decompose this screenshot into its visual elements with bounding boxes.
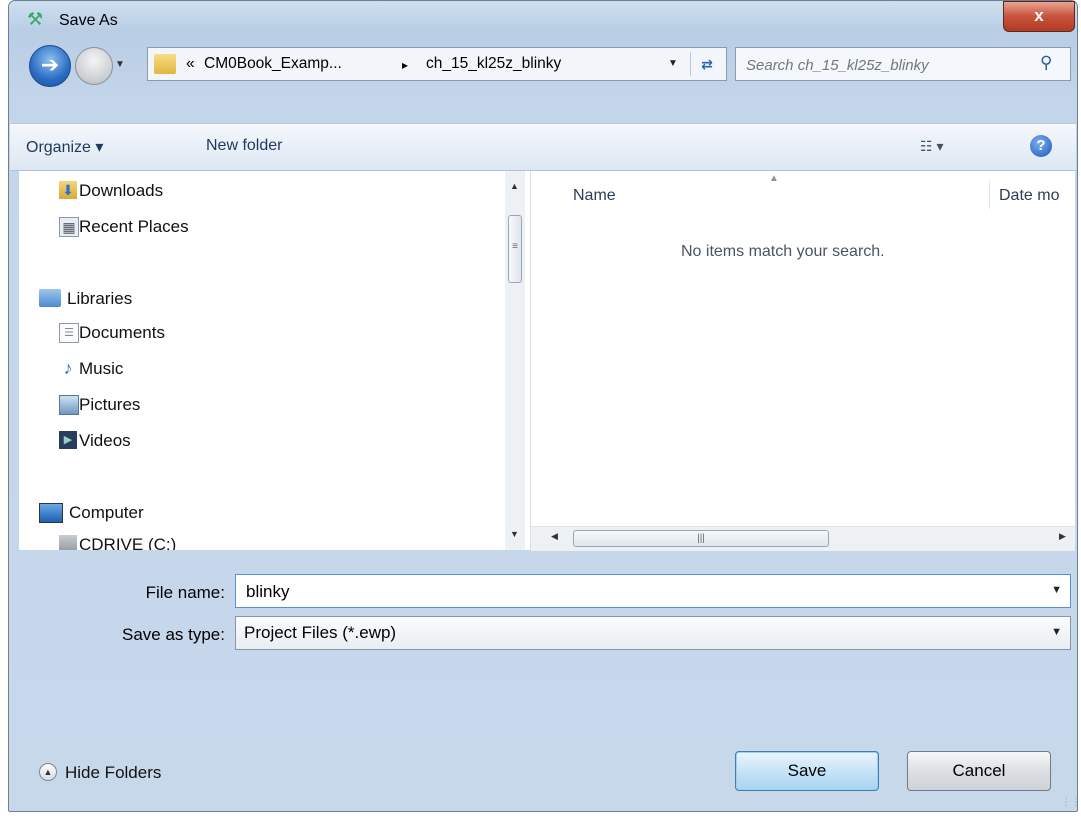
scroll-up-icon[interactable]: ▲ [510, 181, 519, 191]
breadcrumb-item[interactable]: ch_15_kl25z_blinky [426, 55, 561, 73]
scroll-right-icon[interactable]: ▶ [1059, 531, 1066, 542]
libraries-icon [39, 289, 61, 307]
file-list-horizontal-scrollbar[interactable]: ◀ ||| ▶ [531, 526, 1075, 551]
file-list: ▲ Name Date mo No items match your searc… [531, 171, 1075, 526]
address-bar[interactable]: « CM0Book_Examp... ▸ ch_15_kl25z_blinky … [147, 47, 727, 81]
change-view-button[interactable]: ☷ ▾ [920, 138, 943, 155]
nav-item-cdrive[interactable]: CDRIVE (C:) [79, 535, 176, 550]
column-header-name[interactable]: Name [573, 187, 616, 205]
scroll-thumb[interactable]: ≡ [508, 215, 522, 283]
recent-pages-dropdown-icon[interactable]: ▼ [115, 59, 125, 70]
forward-button[interactable] [75, 47, 113, 85]
back-arrow-icon: ➔ [40, 52, 60, 77]
pictures-icon [59, 395, 79, 415]
search-input[interactable] [744, 53, 1038, 77]
back-button[interactable]: ➔ [29, 45, 71, 87]
save-as-type-dropdown-icon[interactable]: ▼ [1051, 626, 1062, 638]
search-icon[interactable]: ⚲ [1040, 53, 1052, 73]
save-as-type-value: Project Files (*.ewp) [244, 623, 397, 642]
save-as-type-select[interactable]: Project Files (*.ewp) ▼ [235, 616, 1071, 650]
sort-ascending-icon: ▲ [769, 173, 779, 184]
file-name-combobox[interactable]: ▼ [235, 574, 1071, 608]
organize-button[interactable]: Organize ▾ [26, 137, 103, 157]
close-icon: x [1034, 6, 1044, 25]
breadcrumb-item[interactable]: CM0Book_Examp... [204, 55, 342, 73]
column-header-date-modified[interactable]: Date mo [999, 187, 1059, 205]
column-divider[interactable] [989, 181, 990, 209]
nav-item-music[interactable]: Music [79, 359, 123, 379]
refresh-button[interactable]: ⇄ [690, 52, 723, 76]
app-icon: ⚒ [27, 9, 44, 29]
documents-icon: ☰ [59, 323, 79, 343]
resize-grip-icon[interactable]: ⋮⋮ [1061, 797, 1081, 808]
recent-places-icon: ▦ [59, 217, 79, 237]
computer-icon [39, 503, 63, 523]
breadcrumb-overflow[interactable]: « [186, 55, 195, 73]
address-dropdown-icon[interactable]: ▼ [668, 58, 678, 69]
window-title: Save As [59, 12, 118, 29]
close-button[interactable]: x [1003, 1, 1075, 32]
navigation-pane: ⬇ Downloads ▦ Recent Places Libraries ☰ … [19, 171, 531, 550]
downloads-icon: ⬇ [59, 181, 77, 199]
nav-item-recent-places[interactable]: Recent Places [79, 217, 189, 237]
scroll-thumb[interactable]: ||| [573, 530, 829, 547]
scroll-left-icon[interactable]: ◀ [551, 531, 558, 542]
music-icon: ♪ [63, 358, 73, 378]
command-toolbar: Organize ▾ New folder ☷ ▾ ? [10, 123, 1076, 171]
nav-item-computer[interactable]: Computer [69, 503, 144, 523]
file-name-label: File name: [145, 583, 225, 602]
save-button[interactable]: Save [735, 751, 879, 791]
refresh-icon: ⇄ [701, 56, 713, 72]
help-icon[interactable]: ? [1030, 135, 1052, 157]
new-folder-button[interactable]: New folder [206, 137, 282, 155]
file-name-input[interactable] [244, 580, 1028, 604]
navigation-scrollbar[interactable]: ▲ ≡ ▼ [505, 171, 525, 550]
nav-item-documents[interactable]: Documents [79, 323, 165, 343]
folder-icon [154, 54, 176, 74]
nav-item-pictures[interactable]: Pictures [79, 395, 140, 415]
file-name-dropdown-icon[interactable]: ▼ [1051, 584, 1062, 596]
hide-folders-chevron-icon[interactable]: ▲ [39, 763, 57, 781]
save-as-type-label: Save as type: [121, 625, 225, 644]
nav-item-videos[interactable]: Videos [79, 431, 131, 451]
empty-message: No items match your search. [681, 243, 885, 260]
drive-icon [59, 535, 77, 550]
cancel-button[interactable]: Cancel [907, 751, 1051, 791]
scroll-down-icon[interactable]: ▼ [510, 529, 519, 539]
search-box[interactable]: ⚲ [735, 47, 1071, 81]
nav-item-downloads[interactable]: Downloads [79, 181, 163, 201]
nav-item-libraries[interactable]: Libraries [67, 289, 132, 309]
breadcrumb-separator-icon[interactable]: ▸ [402, 58, 408, 72]
videos-icon: ▶ [59, 431, 77, 449]
save-as-dialog: ⚒ Save As x ➔ ▼ « CM0Book_Examp... ▸ ch_… [8, 0, 1081, 812]
hide-folders-button[interactable]: Hide Folders [65, 763, 161, 783]
